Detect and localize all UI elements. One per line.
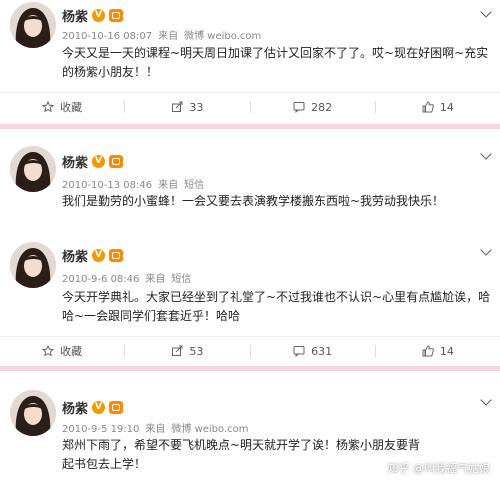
level-badge: [109, 9, 124, 22]
comment-count: 631: [311, 344, 333, 358]
source-prefix: 来自: [145, 274, 166, 285]
like-button[interactable]: 14: [376, 101, 500, 114]
chevron-down-icon[interactable]: [480, 148, 492, 160]
avatar[interactable]: [10, 390, 56, 436]
source-prefix: 来自: [158, 31, 179, 42]
verified-badge: V: [92, 401, 106, 414]
level-badge: [109, 249, 124, 262]
post-date[interactable]: 2010-9-5 19:10: [62, 424, 139, 435]
like-icon: [422, 345, 434, 357]
user-name[interactable]: 杨紫: [62, 6, 88, 25]
share-count: 33: [189, 100, 204, 114]
like-icon: [422, 101, 434, 113]
weibo-post-1: 杨紫 V 2010-10-16 08:07 来自 微博 weibo.com 今天又是…: [0, 0, 500, 124]
post-source[interactable]: 短信: [171, 274, 191, 285]
level-badge: [109, 401, 124, 414]
post-source[interactable]: 短信: [184, 180, 204, 191]
watermark: 知乎 @叫我福气姑娘: [387, 462, 491, 475]
source-prefix: 来自: [158, 180, 179, 191]
post-meta: 2010-10-13 08:46 来自 短信: [62, 176, 210, 191]
share-button[interactable]: 53: [125, 345, 249, 358]
post-source[interactable]: 微博 weibo.com: [184, 31, 261, 42]
post-divider: [0, 124, 500, 129]
avatar[interactable]: [10, 146, 56, 192]
favorite-label: 收藏: [60, 101, 83, 114]
action-bar: 收藏 53 631 14: [0, 336, 500, 365]
share-button[interactable]: 33: [125, 101, 249, 114]
share-count: 53: [189, 344, 204, 358]
level-badge: [109, 155, 124, 168]
post-text: 郑州下雨了，希望不要飞机晚点~明天就开学了诶！杨紫小朋友要背起书包去上学！: [62, 438, 421, 471]
post-date[interactable]: 2010-10-16 08:07: [62, 31, 152, 42]
like-count: 14: [439, 100, 454, 114]
star-icon: [42, 345, 55, 357]
avatar[interactable]: [10, 2, 56, 48]
post-date[interactable]: 2010-10-13 08:46: [62, 180, 152, 191]
comment-icon: [293, 101, 305, 113]
post-text: 今天开学典礼。大家已经坐到了礼堂了~不过我谁也不认识~心里有点尴尬诶，哈哈~一会…: [62, 290, 491, 323]
share-icon: [171, 101, 183, 113]
post-meta: 2010-9-6 08:46 来自 短信: [62, 270, 197, 285]
favorite-button[interactable]: 收藏: [0, 99, 124, 115]
post-divider: [0, 366, 500, 371]
verified-badge: V: [92, 155, 106, 168]
user-name-row: 杨紫 V: [62, 398, 124, 417]
user-name-row: 杨紫 V: [62, 6, 124, 25]
weibo-post-2: 杨紫 V 2010-10-13 08:46 来自 短信 我们是勤劳的小蜜蜂！一会又要…: [0, 140, 500, 230]
action-bar: 收藏 33 282 14: [0, 92, 500, 121]
like-button[interactable]: 14: [376, 345, 500, 358]
verified-badge: V: [92, 249, 106, 262]
favorite-label: 收藏: [60, 345, 83, 358]
share-icon: [171, 345, 183, 357]
comment-icon: [293, 345, 305, 357]
comment-button[interactable]: 282: [251, 101, 375, 114]
post-text: 我们是勤劳的小蜜蜂！一会又要去表演教学楼搬东西啦~我劳动我快乐！: [62, 194, 445, 208]
star-icon: [42, 101, 55, 113]
chevron-down-icon[interactable]: [480, 394, 492, 406]
weibo-post-3: 杨紫 V 2010-9-6 08:46 来自 短信 今天开学典礼。大家已经坐到了礼堂…: [0, 230, 500, 364]
post-text: 今天又是一天的课程~明天周日加课了估计又回家不了了。哎~现在好困啊~充实的杨紫小…: [62, 46, 489, 79]
comment-button[interactable]: 631: [251, 345, 375, 358]
user-name[interactable]: 杨紫: [62, 246, 88, 265]
post-date[interactable]: 2010-9-6 08:46: [62, 274, 139, 285]
post-source[interactable]: 微博 weibo.com: [171, 424, 248, 435]
like-count: 14: [439, 344, 454, 358]
chevron-down-icon[interactable]: [480, 244, 492, 256]
avatar[interactable]: [10, 242, 56, 288]
user-name-row: 杨紫 V: [62, 246, 124, 265]
user-name[interactable]: 杨紫: [62, 152, 88, 171]
user-name[interactable]: 杨紫: [62, 398, 88, 417]
source-prefix: 来自: [145, 424, 166, 435]
comment-count: 282: [311, 100, 333, 114]
post-meta: 2010-10-16 08:07 来自 微博 weibo.com: [62, 27, 267, 42]
chevron-down-icon[interactable]: [480, 6, 492, 18]
user-name-row: 杨紫 V: [62, 152, 124, 171]
favorite-button[interactable]: 收藏: [0, 343, 124, 359]
post-meta: 2010-9-5 19:10 来自 微博 weibo.com: [62, 420, 255, 435]
verified-badge: V: [92, 9, 106, 22]
